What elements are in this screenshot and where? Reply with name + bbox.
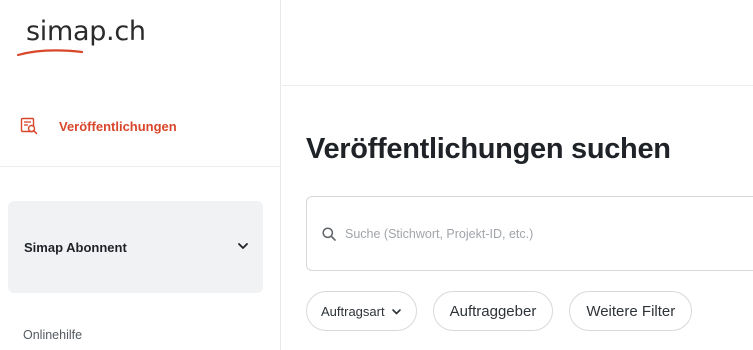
search-icon (322, 226, 336, 241)
header-divider (282, 85, 753, 86)
subscriber-dropdown[interactable]: Simap Abonnent (8, 201, 263, 293)
filter-order-type-button[interactable]: Auftragsart (306, 291, 417, 331)
filter-bar: Auftragsart Auftraggeber Weitere Filter (306, 291, 693, 331)
search-box[interactable] (306, 196, 753, 271)
sidebar-item-publications[interactable]: Veröffentlichungen (20, 114, 177, 138)
sidebar-item-label: Veröffentlichungen (59, 118, 177, 134)
help-link[interactable]: Onlinehilfe (23, 328, 82, 342)
filter-client-button[interactable]: Auftraggeber (432, 291, 554, 331)
subscriber-label: Simap Abonnent (24, 239, 127, 255)
sidebar: simap.ch Veröffentlichungen Simap Abonne… (0, 0, 281, 350)
chevron-down-icon (391, 308, 401, 314)
chevron-down-icon (238, 243, 248, 249)
filter-label: Auftragsart (321, 303, 385, 319)
filter-more-button[interactable]: Weitere Filter (569, 291, 693, 331)
filter-label: Auftraggeber (449, 302, 537, 320)
filter-label: Weitere Filter (586, 302, 676, 320)
sidebar-divider (0, 166, 280, 167)
simap-logo[interactable]: simap.ch (16, 14, 166, 57)
publications-icon (20, 117, 38, 135)
logo-swoosh-icon (16, 49, 84, 57)
search-input[interactable] (345, 226, 745, 241)
page-title: Veröffentlichungen suchen (306, 133, 671, 165)
